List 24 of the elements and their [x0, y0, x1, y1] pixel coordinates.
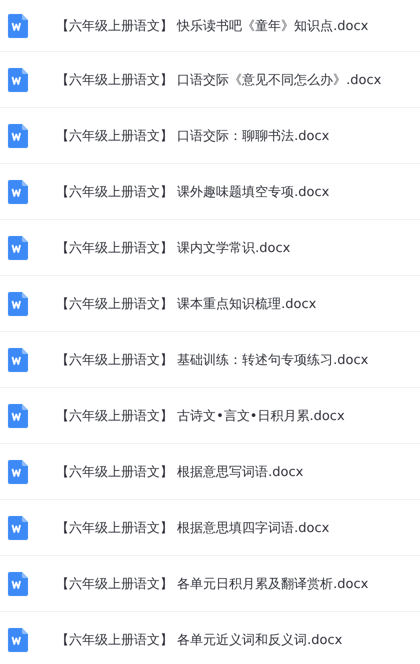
- file-name[interactable]: 【六年级上册语文】 快乐读书吧《童年》知识点.docx: [56, 16, 368, 34]
- word-document-icon: [8, 628, 28, 652]
- word-document-icon: [8, 14, 28, 38]
- file-name[interactable]: 【六年级上册语文】 根据意思写词语.docx: [56, 462, 304, 480]
- word-document-icon: [8, 292, 28, 316]
- word-document-icon: [8, 516, 28, 540]
- word-document-icon: [8, 404, 28, 428]
- file-name[interactable]: 【六年级上册语文】 口语交际《意见不同怎么办》.docx: [56, 70, 382, 88]
- word-document-icon: [8, 236, 28, 260]
- word-document-icon: [8, 68, 28, 92]
- file-name[interactable]: 【六年级上册语文】 各单元近义词和反义词.docx: [56, 630, 342, 648]
- word-document-icon: [8, 460, 28, 484]
- file-name[interactable]: 【六年级上册语文】 课内文学常识.docx: [56, 238, 290, 256]
- file-name[interactable]: 【六年级上册语文】 口语交际：聊聊书法.docx: [56, 126, 330, 144]
- file-name[interactable]: 【六年级上册语文】 根据意思填四字词语.docx: [56, 518, 330, 536]
- file-name[interactable]: 【六年级上册语文】 古诗文•言文•日积月累.docx: [56, 406, 345, 424]
- word-document-icon: [8, 572, 28, 596]
- file-name[interactable]: 【六年级上册语文】 各单元日积月累及翻译赏析.docx: [56, 574, 368, 592]
- word-document-icon: [8, 348, 28, 372]
- word-document-icon: [8, 180, 28, 204]
- file-name[interactable]: 【六年级上册语文】 课外趣味题填空专项.docx: [56, 182, 330, 200]
- word-document-icon: [8, 124, 28, 148]
- file-name[interactable]: 【六年级上册语文】 课本重点知识梳理.docx: [56, 294, 316, 312]
- file-name[interactable]: 【六年级上册语文】 基础训练：转述句专项练习.docx: [56, 350, 368, 368]
